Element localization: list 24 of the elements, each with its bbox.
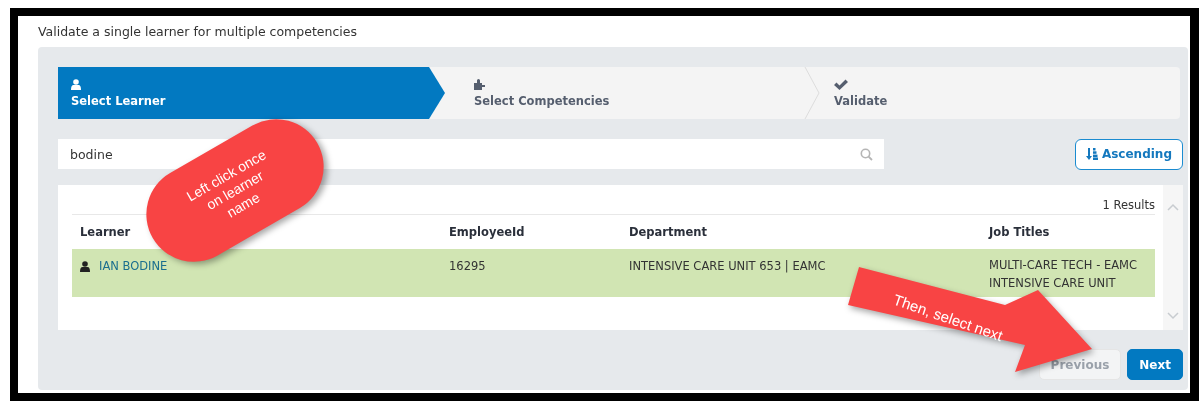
check-icon	[834, 78, 848, 90]
column-header: Department	[628, 225, 708, 239]
page-title: Validate a single learner for multiple competencies	[38, 23, 358, 41]
wizard-step[interactable]: Select Learner	[58, 67, 445, 119]
column-header: Job Titles	[987, 225, 1051, 239]
puzzle-icon	[474, 78, 488, 90]
table-cell-text: MULTI-CARE TECH - EAMC	[989, 257, 1139, 274]
next-button[interactable]: Next	[1127, 349, 1183, 380]
search-icon	[860, 148, 873, 161]
sort-button[interactable]: Ascending	[1074, 138, 1183, 170]
user-icon	[80, 261, 90, 272]
step-divider	[804, 67, 820, 119]
table-cell-text: INTENSIVE CARE UNIT 653 | EAMC	[628, 258, 827, 275]
sort-icon	[1085, 148, 1098, 160]
column-header: EmployeeId	[448, 225, 526, 239]
wizard-step[interactable]: Select Competencies	[445, 67, 804, 119]
chevron-up-icon[interactable]	[1167, 203, 1179, 211]
table-cell-text: 16295	[448, 258, 487, 275]
chevron-down-icon[interactable]	[1167, 312, 1179, 320]
wizard-step[interactable]: Validate	[820, 67, 1180, 119]
scrollbar[interactable]	[1163, 185, 1183, 330]
column-header: Learner	[79, 225, 132, 239]
results-count: 1 Results	[1102, 198, 1155, 212]
table-cell-text: INTENSIVE CARE UNIT	[989, 275, 1117, 292]
